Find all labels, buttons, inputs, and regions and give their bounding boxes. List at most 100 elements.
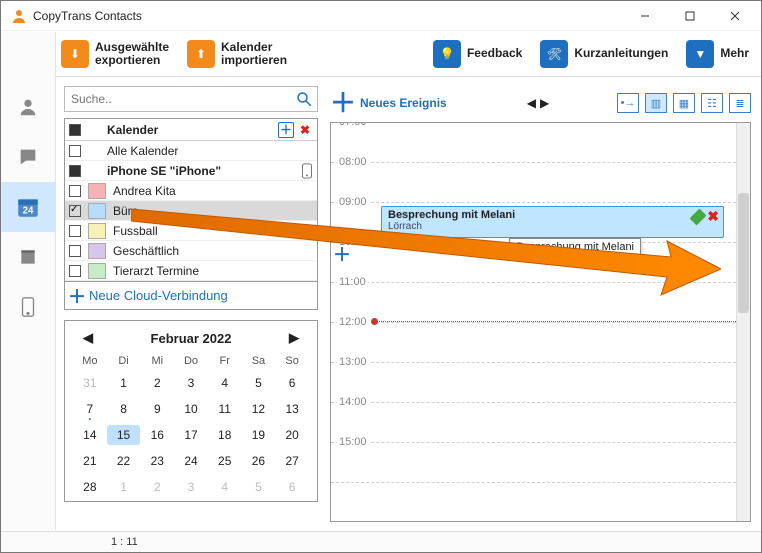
calendar-name: Tierarzt Termine xyxy=(109,264,313,278)
delete-calendar-button[interactable]: ✖ xyxy=(297,122,313,138)
hour-row[interactable]: 14:00 xyxy=(331,403,736,443)
calendar-list-header: Kalender xyxy=(103,123,278,137)
mini-calendar-day[interactable]: 17 xyxy=(174,425,208,445)
hour-row[interactable]: 08:00 xyxy=(331,163,736,203)
mini-calendar-day[interactable]: 24 xyxy=(174,451,208,471)
hour-row[interactable]: 13:00 xyxy=(331,363,736,403)
add-calendar-button[interactable]: ＋ xyxy=(278,122,294,138)
mini-calendar-day[interactable]: 25 xyxy=(208,451,242,471)
calendar-row-device[interactable]: iPhone SE "iPhone" xyxy=(65,161,317,181)
guides-button[interactable]: 🛠 Kurzanleitungen xyxy=(540,40,668,68)
hour-label: 08:00 xyxy=(337,156,369,168)
calendar-name: Fussball xyxy=(109,224,313,238)
mini-calendar-day[interactable]: 12 xyxy=(242,399,276,419)
view-month-button[interactable]: ☷ xyxy=(701,93,723,113)
mini-calendar-day[interactable]: 4 xyxy=(208,373,242,393)
view-today-button[interactable]: •→ xyxy=(617,93,639,113)
calendar-name: Andrea Kita xyxy=(109,184,313,198)
mini-calendar-day[interactable]: 22 xyxy=(107,451,141,471)
event-title: Besprechung mit Melani xyxy=(388,209,717,221)
scrollbar-thumb[interactable] xyxy=(738,193,749,313)
mini-calendar-day[interactable]: 6 xyxy=(275,373,309,393)
mini-calendar-day[interactable]: 11 xyxy=(208,399,242,419)
calendar-checkbox[interactable] xyxy=(65,185,85,197)
mini-calendar-day[interactable]: 9 xyxy=(140,399,174,419)
mini-calendar-day[interactable]: 2 xyxy=(140,373,174,393)
rail-messages[interactable] xyxy=(1,132,56,182)
calendar-checkbox[interactable] xyxy=(65,225,85,237)
mini-calendar-day[interactable]: 21 xyxy=(73,451,107,471)
search-input[interactable] xyxy=(69,91,295,107)
calendar-list: Kalender ＋ ✖ Alle Kalender iPhone SE "iP… xyxy=(64,118,318,282)
add-event-inline[interactable]: ＋ xyxy=(333,241,351,267)
next-month-button[interactable]: ▶ xyxy=(283,328,305,348)
mini-calendar-day[interactable]: 5 xyxy=(242,477,276,497)
rail-calendar[interactable]: 24 xyxy=(1,182,56,232)
mini-calendar-day[interactable]: 5 xyxy=(242,373,276,393)
prev-day-button[interactable]: ◀ xyxy=(527,96,536,110)
mini-calendar-day[interactable]: 27 xyxy=(275,451,309,471)
hour-row[interactable]: 12:00 xyxy=(331,323,736,363)
edit-event-icon[interactable] xyxy=(690,209,707,226)
mini-calendar-day[interactable]: 19 xyxy=(242,425,276,445)
calendar-row[interactable]: Geschäftlich xyxy=(65,241,317,261)
mini-calendar-day[interactable]: 28 xyxy=(73,477,107,497)
mini-calendar-day[interactable]: 15 xyxy=(107,425,141,445)
mini-calendar-day[interactable]: 3 xyxy=(174,373,208,393)
mini-calendar-day[interactable]: 3 xyxy=(174,477,208,497)
rail-device[interactable] xyxy=(1,282,56,332)
rail-contacts[interactable] xyxy=(1,82,56,132)
calendar-row[interactable]: Andrea Kita xyxy=(65,181,317,201)
calendar-checkbox[interactable] xyxy=(65,245,85,257)
calendar-row-all[interactable]: Alle Kalender xyxy=(65,141,317,161)
mini-calendar-day[interactable]: 6 xyxy=(275,477,309,497)
calendar-row[interactable]: Büro xyxy=(65,201,317,221)
new-event-button[interactable]: ＋ Neues Ereignis xyxy=(330,93,447,113)
prev-month-button[interactable]: ◀ xyxy=(77,328,99,348)
mini-calendar-day[interactable]: 8 xyxy=(107,399,141,419)
mini-calendar-day[interactable]: 1 xyxy=(107,373,141,393)
mini-calendar-day[interactable]: 16 xyxy=(140,425,174,445)
view-week-button[interactable]: ▦ xyxy=(673,93,695,113)
new-cloud-connection[interactable]: ＋ Neue Cloud-Verbindung xyxy=(64,282,318,310)
calendar-name: Geschäftlich xyxy=(109,244,313,258)
calendar-checkbox[interactable] xyxy=(65,205,85,217)
import-calendar-button[interactable]: ⬆ Kalenderimportieren xyxy=(187,40,287,68)
view-list-button[interactable]: ≣ xyxy=(729,93,751,113)
all-checkbox[interactable] xyxy=(65,124,85,136)
calendar-row[interactable]: Fussball xyxy=(65,221,317,241)
rail-notes[interactable] xyxy=(1,232,56,282)
close-button[interactable] xyxy=(712,1,757,31)
mini-calendar-day[interactable]: 31 xyxy=(73,373,107,393)
next-day-button[interactable]: ▶ xyxy=(540,96,549,110)
hour-row[interactable]: 11:00 xyxy=(331,283,736,323)
mini-calendar-day[interactable]: 18 xyxy=(208,425,242,445)
export-selected-button[interactable]: ⬇ Ausgewählteexportieren xyxy=(61,40,169,68)
mini-calendar-day[interactable]: 10 xyxy=(174,399,208,419)
calendar-event[interactable]: Besprechung mit Melani Lörrach ✖ xyxy=(381,206,724,238)
delete-event-icon[interactable]: ✖ xyxy=(707,210,719,224)
mini-calendar-day[interactable]: 4 xyxy=(208,477,242,497)
search-box[interactable] xyxy=(64,86,318,112)
more-button[interactable]: ▼ Mehr xyxy=(686,40,749,68)
mini-calendar-day[interactable]: 2 xyxy=(140,477,174,497)
view-day-button[interactable]: ▥ xyxy=(645,93,667,113)
mini-calendar-day[interactable]: 1 xyxy=(107,477,141,497)
hour-row[interactable]: 15:00 xyxy=(331,443,736,483)
maximize-button[interactable] xyxy=(667,1,712,31)
calendar-row[interactable]: Tierarzt Termine xyxy=(65,261,317,281)
scrollbar[interactable] xyxy=(736,123,750,521)
tools-icon: 🛠 xyxy=(540,40,568,68)
mini-calendar-day[interactable]: 26 xyxy=(242,451,276,471)
calendar-checkbox[interactable] xyxy=(65,265,85,277)
feedback-button[interactable]: 💡 Feedback xyxy=(433,40,522,68)
titlebar: CopyTrans Contacts xyxy=(1,1,761,31)
mini-calendar-day[interactable]: 13 xyxy=(275,399,309,419)
mini-calendar-day[interactable]: 20 xyxy=(275,425,309,445)
mini-calendar-day[interactable]: 23 xyxy=(140,451,174,471)
hour-label: 14:00 xyxy=(337,396,369,408)
mini-calendar-day[interactable]: 14 xyxy=(73,425,107,445)
minimize-button[interactable] xyxy=(622,1,667,31)
hour-row[interactable]: 07:00 xyxy=(331,123,736,163)
mini-calendar-day[interactable]: 7 xyxy=(73,399,107,419)
